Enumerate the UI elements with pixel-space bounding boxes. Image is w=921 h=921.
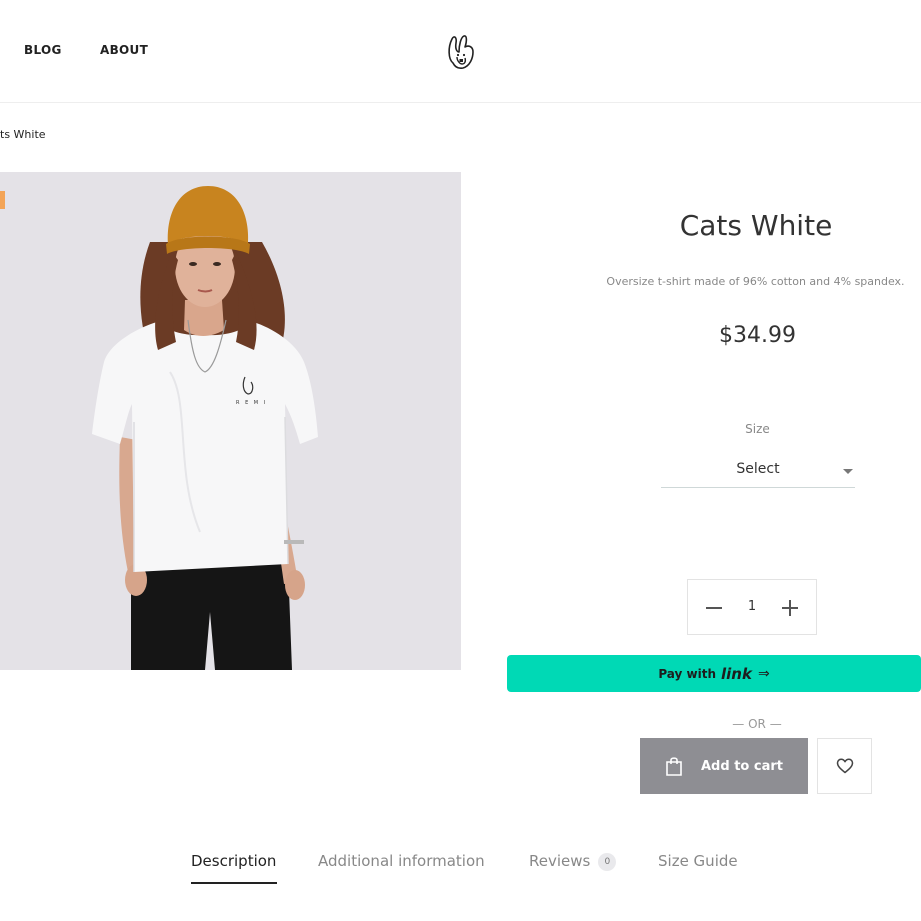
product-description: Oversize t-shirt made of 96% cotton and …: [606, 275, 905, 288]
product-price: $34.99: [719, 323, 796, 348]
product-photo: R E M I: [0, 172, 461, 670]
reviews-count-badge: 0: [598, 853, 617, 871]
add-to-cart-label: Add to cart: [701, 758, 783, 774]
size-select-value: Select: [736, 461, 780, 477]
minus-icon[interactable]: [706, 607, 722, 609]
tab-size-guide[interactable]: Size Guide: [658, 852, 738, 870]
plus-icon[interactable]: [782, 600, 798, 616]
tab-additional-information[interactable]: Additional information: [318, 852, 485, 870]
or-divider: — OR —: [732, 717, 782, 731]
add-to-cart-button[interactable]: Add to cart: [640, 738, 808, 794]
heart-icon: [836, 758, 853, 774]
active-tab-underline: [191, 882, 277, 884]
breadcrumb: ts White: [0, 128, 46, 141]
link-brand-label: link: [721, 664, 752, 683]
svg-text:R E M I: R E M I: [236, 400, 267, 406]
bag-icon: [666, 757, 682, 776]
chevron-down-icon: [843, 469, 853, 474]
pay-with-label: Pay with: [658, 666, 716, 681]
tab-reviews[interactable]: Reviews 0: [529, 852, 617, 871]
size-select[interactable]: Select: [661, 455, 855, 488]
product-title: Cats White: [679, 209, 833, 242]
bunny-logo-icon[interactable]: [444, 33, 478, 71]
tab-reviews-label: Reviews: [529, 852, 591, 870]
tab-description[interactable]: Description: [191, 852, 276, 870]
site-header: BLOG ABOUT: [0, 0, 921, 103]
sale-badge: [0, 191, 5, 209]
nav-about-link[interactable]: ABOUT: [100, 43, 148, 57]
quantity-stepper: 1: [687, 579, 817, 635]
pay-with-link-button[interactable]: Pay with link ⇒: [507, 655, 921, 692]
size-label: Size: [745, 422, 770, 436]
quantity-value[interactable]: 1: [740, 599, 764, 614]
arrow-right-icon: ⇒: [757, 665, 770, 682]
nav-blog-link[interactable]: BLOG: [24, 43, 62, 57]
wishlist-button[interactable]: [817, 738, 872, 794]
product-image[interactable]: R E M I: [0, 172, 461, 670]
